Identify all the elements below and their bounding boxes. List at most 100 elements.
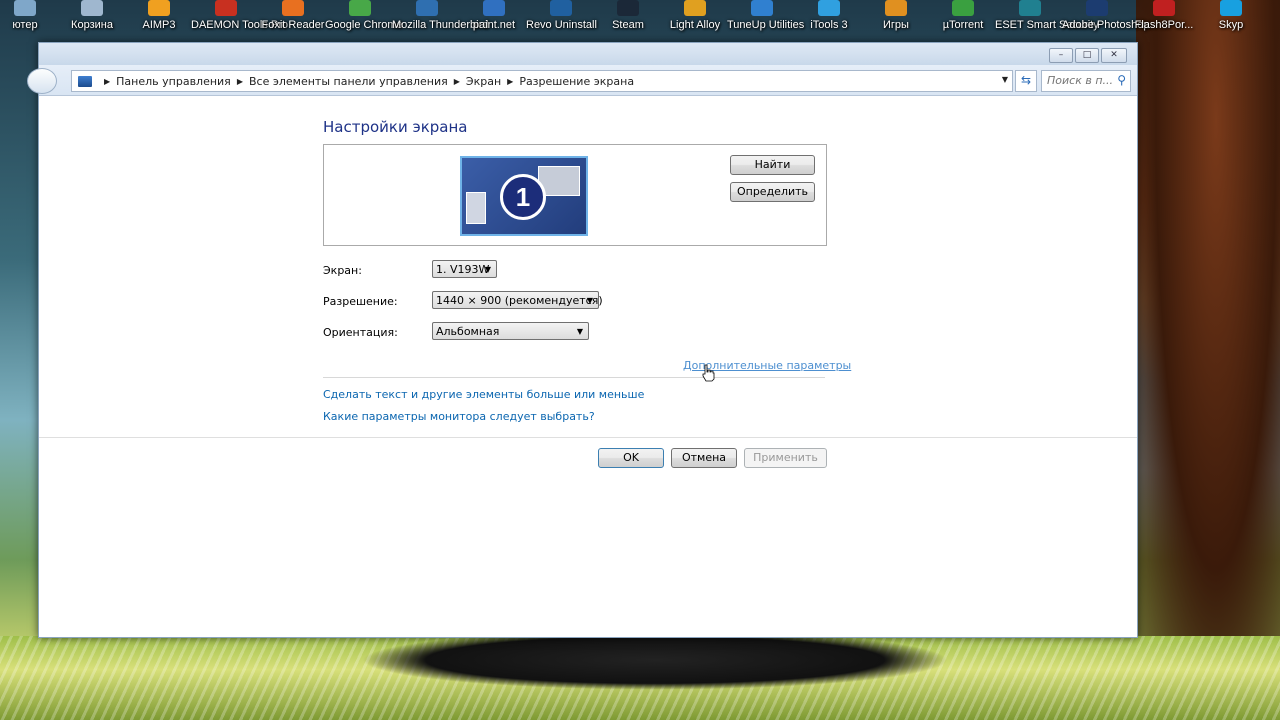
close-button[interactable]: ✕ xyxy=(1101,48,1127,63)
app-icon xyxy=(148,0,170,16)
desktop-icon-label: Flash8Por... xyxy=(1134,19,1194,31)
desktop-icon[interactable]: TuneUp Utilities xyxy=(727,0,804,40)
divider xyxy=(39,437,1137,438)
desktop-icon-label: paint.net xyxy=(472,19,516,31)
breadcrumb-control-panel[interactable]: Панель управления xyxy=(116,75,231,88)
app-icon xyxy=(1153,0,1175,16)
desktop-icon-label: AIMP3 xyxy=(142,19,176,31)
desktop-icon-label: µTorrent xyxy=(942,19,984,31)
desktop-icon-label: Steam xyxy=(612,19,644,31)
desktop-icon[interactable]: Revo Uninstall xyxy=(526,0,597,40)
desktop-icon[interactable]: Skyp xyxy=(1196,0,1266,40)
app-icon xyxy=(81,0,103,16)
desktop-icon[interactable]: AIMP3 xyxy=(124,0,194,40)
resolution-select-value: 1440 × 900 (рекомендуется) xyxy=(436,294,603,307)
app-icon xyxy=(952,0,974,16)
desktop-icons: ютер Корзина AIMP3 DAEMON Tools Pro Foxit Re… xyxy=(0,0,1280,40)
app-icon xyxy=(282,0,304,16)
title-bar[interactable]: – □ ✕ xyxy=(39,43,1137,65)
chevron-down-icon: ▼ xyxy=(484,265,491,274)
desktop-icon[interactable]: DAEMON Tools Pro xyxy=(191,0,288,40)
search-icon[interactable]: ⚲ xyxy=(1117,73,1126,87)
breadcrumb-resolution[interactable]: Разрешение экрана xyxy=(519,75,634,88)
main-content: Настройки экрана 1 Найти Определить Экра… xyxy=(39,96,1137,637)
app-icon xyxy=(349,0,371,16)
monitor-1-thumbnail[interactable]: 1 xyxy=(460,156,588,236)
hand-cursor-icon xyxy=(702,364,715,382)
app-icon xyxy=(14,0,36,16)
desktop-icon-label: Корзина xyxy=(71,19,113,31)
refresh-icon: ⇆ xyxy=(1020,73,1032,87)
find-button[interactable]: Найти xyxy=(730,155,815,175)
app-icon xyxy=(818,0,840,16)
chevron-right-icon[interactable]: ▶ xyxy=(454,77,460,86)
app-icon xyxy=(885,0,907,16)
desktop-icon[interactable]: ESET Smart Security xyxy=(995,0,1099,40)
minimize-icon: – xyxy=(1058,50,1064,60)
desktop-icon[interactable]: Google Chrome xyxy=(325,0,403,40)
desktop-icon[interactable]: Flash8Por... xyxy=(1129,0,1199,40)
app-icon xyxy=(617,0,639,16)
desktop-icon[interactable]: paint.net xyxy=(459,0,529,40)
desktop-icon[interactable]: Steam xyxy=(593,0,663,40)
text-size-link[interactable]: Сделать текст и другие элементы больше и… xyxy=(323,388,644,401)
screen-select[interactable]: 1. V193W ▼ xyxy=(432,260,497,278)
resolution-label: Разрешение: xyxy=(323,295,398,308)
desktop-icon[interactable]: Игры xyxy=(861,0,931,40)
app-icon xyxy=(416,0,438,16)
identify-button[interactable]: Определить xyxy=(730,182,815,202)
maximize-button[interactable]: □ xyxy=(1075,48,1099,63)
desktop-icon[interactable]: µTorrent xyxy=(928,0,998,40)
desktop-icon-label: Mozilla Thunderbird xyxy=(392,19,489,31)
app-icon xyxy=(684,0,706,16)
app-icon xyxy=(751,0,773,16)
desktop-icon[interactable]: Foxit Reader xyxy=(258,0,328,40)
page-title: Настройки экрана xyxy=(323,118,468,136)
window-controls: – □ ✕ xyxy=(1049,48,1127,63)
chevron-right-icon[interactable]: ▶ xyxy=(237,77,243,86)
breadcrumb[interactable]: ▶ Панель управления ▶ Все элементы панел… xyxy=(71,70,1013,92)
ok-button[interactable]: OK xyxy=(598,448,664,468)
desktop-icon[interactable]: Mozilla Thunderbird xyxy=(392,0,489,40)
orientation-select[interactable]: Альбомная ▼ xyxy=(432,322,589,340)
desktop-icon[interactable]: ютер xyxy=(0,0,60,40)
chevron-right-icon[interactable]: ▶ xyxy=(507,77,513,86)
chevron-down-icon: ▼ xyxy=(586,296,593,305)
apply-button[interactable]: Применить xyxy=(744,448,827,468)
screen-select-value: 1. V193W xyxy=(436,263,490,276)
maximize-icon: □ xyxy=(1082,50,1092,60)
chevron-right-icon[interactable]: ▶ xyxy=(104,77,110,86)
app-icon xyxy=(550,0,572,16)
chevron-down-icon[interactable]: ▼ xyxy=(1002,75,1008,84)
screen-resolution-window: – □ ✕ ▶ Панель управления ▶ Все элементы… xyxy=(27,42,1138,638)
wallpaper-car xyxy=(360,630,950,690)
refresh-button[interactable]: ⇆ xyxy=(1015,70,1037,92)
chevron-down-icon: ▼ xyxy=(576,327,583,336)
resolution-select[interactable]: 1440 × 900 (рекомендуется) ▼ xyxy=(432,291,603,309)
monitor-help-link[interactable]: Какие параметры монитора следует выбрать… xyxy=(323,410,595,423)
search-field[interactable]: ⚲ xyxy=(1041,70,1131,92)
desktop-icon-label: Skyp xyxy=(1218,19,1244,31)
breadcrumb-all-items[interactable]: Все элементы панели управления xyxy=(249,75,448,88)
desktop-icon-label: Adobe Photoshop xyxy=(1062,19,1150,31)
desktop-icon[interactable]: Корзина xyxy=(57,0,127,40)
app-icon xyxy=(1086,0,1108,16)
desktop-icon-label: iTools 3 xyxy=(810,19,848,31)
desktop-icon[interactable]: Light Alloy xyxy=(660,0,730,40)
desktop-icon[interactable]: Adobe Photoshop xyxy=(1062,0,1150,40)
minimize-button[interactable]: – xyxy=(1049,48,1073,63)
back-button[interactable] xyxy=(27,68,57,94)
desktop-icon[interactable]: iTools 3 xyxy=(794,0,864,40)
desktop-icon-label: ютер xyxy=(12,19,38,31)
search-input[interactable] xyxy=(1042,71,1117,89)
wallpaper-right-area xyxy=(1136,0,1280,720)
desktop-icon-label: Foxit Reader xyxy=(261,19,325,31)
breadcrumb-display[interactable]: Экран xyxy=(466,75,501,88)
address-bar: ▶ Панель управления ▶ Все элементы панел… xyxy=(27,65,1137,96)
app-icon xyxy=(215,0,237,16)
screen-label: Экран: xyxy=(323,264,362,277)
orientation-select-value: Альбомная xyxy=(436,325,500,338)
cancel-button[interactable]: Отмена xyxy=(671,448,737,468)
control-panel-icon xyxy=(78,75,92,87)
app-icon xyxy=(1220,0,1242,16)
